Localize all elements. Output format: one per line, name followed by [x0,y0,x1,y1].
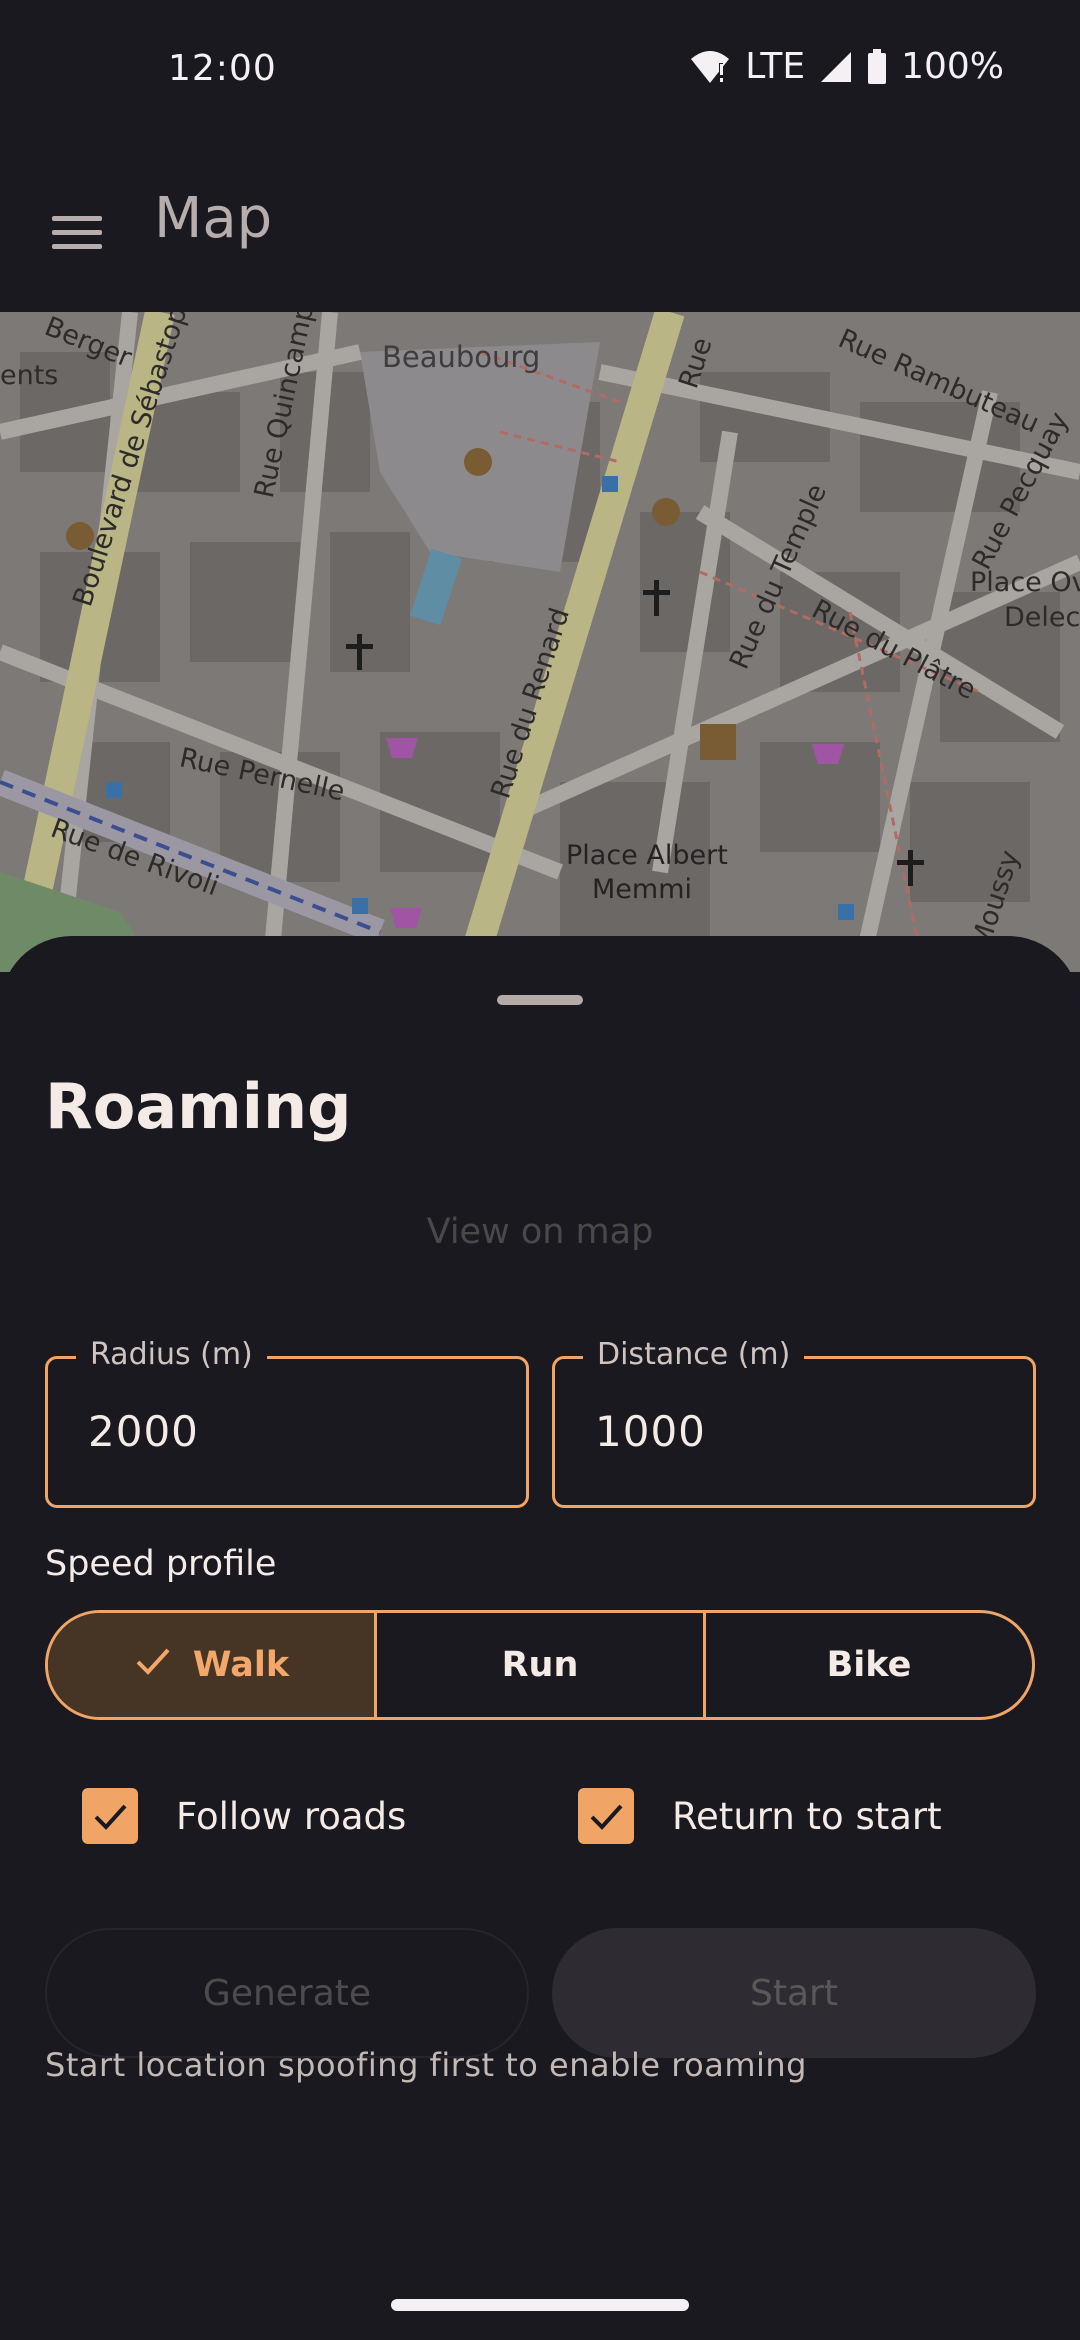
map-label-place-ov: Place Ov [970,567,1080,598]
checkmark-icon [590,1804,623,1830]
map-label-albert-2: Memmi [592,874,693,905]
generate-button[interactable]: Generate [45,1928,529,2058]
distance-field[interactable]: Distance (m) [552,1337,1036,1508]
return-to-start-option[interactable]: Return to start [578,1788,942,1844]
return-to-start-label: Return to start [672,1794,942,1838]
status-time: 12:00 [168,48,277,89]
app-title: Map [154,186,273,251]
screen: 12:00 LTE 100% Map Beaubourg Boulevard d… [0,0,1080,2340]
radius-input[interactable] [88,1407,488,1456]
roaming-hint: Start location spoofing first to enable … [45,2046,807,2084]
top-app-bar: Map [0,160,1080,310]
segment-run-label: Run [501,1645,579,1685]
start-button[interactable]: Start [552,1928,1036,2058]
segment-walk-label: Walk [192,1645,290,1685]
distance-label: Distance (m) [583,1337,805,1372]
segment-walk[interactable]: Walk [48,1613,377,1717]
follow-roads-option[interactable]: Follow roads [82,1788,406,1844]
status-bar: 12:00 LTE 100% [0,0,1080,140]
menu-icon[interactable] [48,202,108,262]
map-label-beaubourg: Beaubourg [382,340,541,374]
map-view[interactable]: Beaubourg Boulevard de Sébastopol Rue Qu… [0,312,1080,972]
status-icons: LTE 100% [689,46,1004,87]
follow-roads-label: Follow roads [176,1794,407,1838]
radius-field[interactable]: Radius (m) [45,1337,529,1508]
gesture-nav-bar[interactable] [391,2299,689,2311]
segment-bike-label: Bike [826,1645,912,1685]
radius-label: Radius (m) [76,1337,267,1372]
battery-icon [867,48,887,85]
map-label-ents: ents [0,360,59,391]
return-to-start-checkbox[interactable] [578,1788,634,1844]
network-type: LTE [745,46,806,87]
speed-profile-selector: Walk Run Bike [45,1610,1035,1720]
sheet-title: Roaming [45,1070,352,1143]
speed-profile-label: Speed profile [45,1544,277,1584]
checkmark-icon [94,1804,127,1830]
segment-run[interactable]: Run [377,1613,706,1717]
map-label-delec: Delec [1004,602,1080,633]
view-on-map-button[interactable]: View on map [0,1212,1080,1252]
wifi-icon [689,49,731,85]
distance-input[interactable] [595,1407,995,1456]
roaming-bottom-sheet: Roaming View on map Radius (m) Distance … [0,936,1080,2340]
check-icon [133,1641,173,1690]
signal-icon [819,50,853,84]
follow-roads-checkbox[interactable] [82,1788,138,1844]
battery-level: 100% [901,46,1004,87]
segment-bike[interactable]: Bike [706,1613,1032,1717]
drag-handle[interactable] [497,995,583,1005]
map-label-albert-1: Place Albert [566,840,728,871]
